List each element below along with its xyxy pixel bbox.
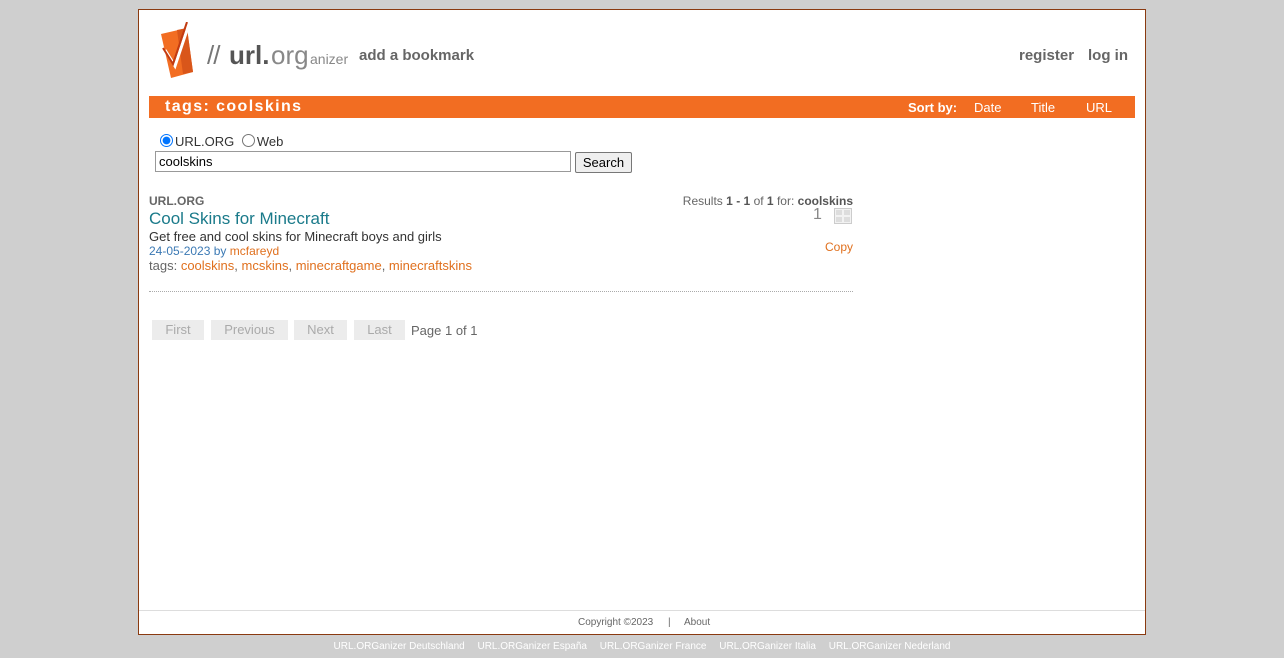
scope-urlorg-label: URL.ORG <box>175 134 235 149</box>
svg-text://: // <box>207 40 221 70</box>
svg-text:org: org <box>271 40 309 70</box>
intl-link-france[interactable]: URL.ORGanizer France <box>600 641 707 652</box>
results-of: of <box>753 194 764 208</box>
results-prefix: Results <box>682 194 723 208</box>
tag-title: tags: coolskins <box>165 98 303 115</box>
footer-separator: | <box>668 617 671 628</box>
sort-title-link[interactable]: Title <box>1031 100 1055 115</box>
results-for: for: <box>776 194 795 208</box>
results-total: 1 <box>766 194 774 208</box>
results-count: Results 1 - 1 of 1 for: coolskins <box>683 194 853 208</box>
result-user-link[interactable]: mcfareyd <box>230 244 279 258</box>
intl-link-deutschland[interactable]: URL.ORGanizer Deutschland <box>334 641 465 652</box>
result-tags: tags: coolskins, mcskins, minecraftgame,… <box>149 258 472 273</box>
intl-link-espana[interactable]: URL.ORGanizer España <box>477 641 587 652</box>
page-container: // url. org anizer add a bookmark regist… <box>138 9 1146 635</box>
add-bookmark-link[interactable]: add a bookmark <box>359 47 474 64</box>
search-button[interactable]: Search <box>575 152 632 173</box>
about-link[interactable]: About <box>684 617 710 628</box>
previous-page-button[interactable]: Previous <box>211 320 288 340</box>
sort-date-link[interactable]: Date <box>974 100 1001 115</box>
tag-link-coolskins[interactable]: coolskins <box>181 258 234 273</box>
next-page-button[interactable]: Next <box>294 320 347 340</box>
result-description: Get free and cool skins for Minecraft bo… <box>149 229 442 244</box>
tags-label: tags: <box>149 258 178 273</box>
results-to: 1 <box>743 194 751 208</box>
result-title-link[interactable]: Cool Skins for Minecraft <box>149 209 329 229</box>
footer-divider <box>139 610 1145 611</box>
results-dash: - <box>736 194 741 208</box>
tag-header-bar: tags: coolskins Sort by: Date Title URL <box>149 96 1135 118</box>
bookmark-count: 1 <box>813 206 822 223</box>
login-link[interactable]: log in <box>1088 47 1128 64</box>
site-logo[interactable]: // url. org anizer <box>159 22 349 80</box>
copy-link[interactable]: Copy <box>825 240 853 254</box>
tag-link-minecraftgame[interactable]: minecraftgame <box>296 258 382 273</box>
tag-link-minecraftskins[interactable]: minecraftskins <box>389 258 472 273</box>
result-by: by <box>213 244 227 258</box>
last-page-button[interactable]: Last <box>354 320 405 340</box>
svg-text:anizer: anizer <box>310 51 348 67</box>
page-info: Page 1 of 1 <box>411 323 478 338</box>
intl-link-nederland[interactable]: URL.ORGanizer Nederland <box>829 641 951 652</box>
international-sites: URL.ORGanizer Deutschland URL.ORGanizer … <box>0 641 1284 652</box>
results-divider <box>149 291 853 292</box>
scope-web-radio[interactable] <box>241 134 255 147</box>
thumbnail-icon[interactable] <box>834 208 852 224</box>
intl-link-italia[interactable]: URL.ORGanizer Italia <box>719 641 816 652</box>
sort-url-link[interactable]: URL <box>1086 100 1112 115</box>
logo-graphic: // url. org anizer <box>161 22 348 78</box>
svg-text:url.: url. <box>229 40 269 70</box>
first-page-button[interactable]: First <box>152 320 204 340</box>
result-date: 24-05-2023 <box>149 244 211 258</box>
result-meta: 24-05-2023 by mcfareyd <box>149 244 279 258</box>
results-source-label: URL.ORG <box>149 194 205 208</box>
scope-web-label: Web <box>256 134 284 149</box>
scope-urlorg-radio[interactable] <box>160 134 173 147</box>
search-input[interactable] <box>155 151 571 172</box>
search-scope: URL.ORG Web <box>160 134 287 149</box>
results-query: coolskins <box>797 194 853 208</box>
sort-by-label: Sort by: <box>908 100 958 115</box>
tag-link-mcskins[interactable]: mcskins <box>242 258 289 273</box>
results-from: 1 <box>726 194 733 208</box>
copyright-text: Copyright ©2023 <box>578 617 654 628</box>
register-link[interactable]: register <box>1019 47 1074 64</box>
